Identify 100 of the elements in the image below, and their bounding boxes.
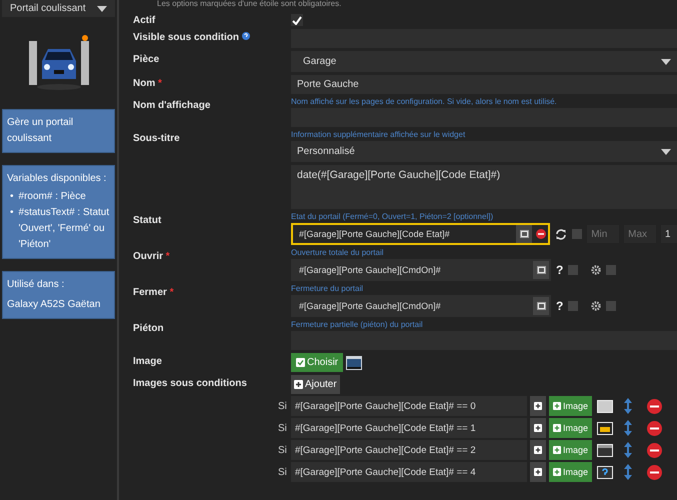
- caret-icon: [661, 58, 671, 64]
- plus-icon: [534, 402, 542, 410]
- choose-button[interactable]: Choisir: [291, 353, 344, 372]
- plus-icon: [553, 424, 561, 432]
- list-icon: [536, 302, 546, 310]
- panel-title: Utilisé dans :: [7, 278, 66, 292]
- gate-thumbnail-icon: [597, 422, 614, 434]
- field-label: Ouvrir: [133, 251, 164, 262]
- remove-icon[interactable]: [647, 464, 662, 480]
- list-icon: [536, 266, 546, 274]
- required-mark: *: [166, 251, 170, 262]
- checkbox[interactable]: [291, 14, 303, 26]
- type-select[interactable]: Portail coulissant: [2, 0, 115, 17]
- plus-icon: [534, 424, 542, 432]
- gate-thumbnail-icon: [597, 400, 614, 412]
- image-button[interactable]: Image: [549, 440, 592, 460]
- gate-thumbnail-icon: [597, 466, 614, 478]
- remove-icon[interactable]: [647, 398, 662, 414]
- field-label: Statut: [133, 215, 162, 226]
- refresh-icon[interactable]: [555, 228, 568, 240]
- image-button[interactable]: Image: [549, 418, 592, 438]
- select-field[interactable]: Garage: [291, 51, 677, 72]
- description-text: Gère un portail coulissant: [7, 117, 74, 144]
- field-label: Image: [133, 356, 162, 367]
- checkbox[interactable]: [606, 265, 616, 275]
- plus-icon: [534, 468, 542, 476]
- help-icon[interactable]: [242, 32, 250, 40]
- condition-field[interactable]: #[Garage][Porte Gauche][Code Etat]# == 2: [291, 440, 527, 460]
- text-field[interactable]: Porte Gauche: [291, 75, 677, 94]
- field-label: Fermer: [133, 287, 167, 298]
- list-button[interactable]: [533, 261, 549, 279]
- list-icon: [520, 230, 529, 238]
- variable-item: #room# : Pièce: [18, 190, 86, 204]
- add-button[interactable]: [530, 418, 546, 438]
- field-hint: Etat du portail (Fermé=0, Ouvert=1, Piéton=2 [optionnel]): [291, 212, 494, 223]
- required-mark: *: [170, 287, 174, 298]
- command-field[interactable]: #[Garage][Porte Gauche][Code Etat]#: [291, 223, 550, 245]
- field-label: Sous-titre: [133, 133, 180, 144]
- plus-icon: [294, 380, 303, 389]
- field-label: Nom d'affichage: [133, 100, 210, 111]
- variable-item: #statusText# : Statut 'Ouvert', 'Fermé' ou 'Piéton': [18, 206, 110, 252]
- remove-icon[interactable]: [536, 229, 546, 239]
- gate-thumbnail-icon: [597, 444, 614, 456]
- move-arrows-icon[interactable]: [624, 420, 632, 436]
- panel-title: Variables disponibles :: [7, 172, 108, 186]
- gear-icon[interactable]: [591, 265, 602, 275]
- field-hint: Ouverture totale du portail: [291, 248, 384, 259]
- condition-field[interactable]: #[Garage][Porte Gauche][Code Etat]# == 4: [291, 462, 527, 482]
- checkbox[interactable]: [606, 301, 616, 311]
- plus-icon: [553, 468, 561, 476]
- field-label: Images sous conditions: [133, 378, 247, 389]
- field-label: Piéton: [133, 323, 164, 334]
- step-field[interactable]: 1: [661, 225, 677, 243]
- select-field[interactable]: Personnalisé: [291, 141, 677, 162]
- caret-icon: [97, 6, 107, 12]
- field-label: Nom: [133, 78, 156, 89]
- used-in-item: Galaxy A52S Gaëtan: [7, 298, 102, 312]
- add-button[interactable]: [530, 440, 546, 460]
- condition-field[interactable]: #[Garage][Porte Gauche][Code Etat]# == 1: [291, 418, 527, 438]
- condition-prefix: Si: [278, 466, 288, 478]
- checkbox[interactable]: [568, 301, 578, 311]
- add-button[interactable]: Ajouter: [291, 375, 340, 394]
- move-arrows-icon[interactable]: [624, 398, 632, 414]
- field-hint: Fermeture du portail: [291, 284, 364, 295]
- image-thumbnail-icon: [346, 356, 362, 370]
- image-button[interactable]: Image: [549, 396, 592, 416]
- remove-icon[interactable]: [647, 420, 662, 436]
- remove-icon[interactable]: [647, 442, 662, 458]
- confirm-mark: ?: [556, 299, 564, 313]
- caret-icon: [661, 148, 671, 154]
- condition-prefix: Si: [278, 422, 288, 434]
- gear-icon[interactable]: [591, 301, 602, 311]
- command-field[interactable]: #[Garage][Porte Gauche][CmdOn]#: [291, 295, 551, 317]
- notice-text: Les options marquées d'une étoile sont obligatoires.: [157, 0, 342, 10]
- add-button[interactable]: [530, 462, 546, 482]
- plus-icon: [553, 402, 561, 410]
- check-icon: [296, 358, 305, 367]
- field-hint: Nom affiché sur les pages de configuration. Si vide, alors le nom est utilisé.: [291, 97, 558, 108]
- field-label: Pièce: [133, 54, 160, 65]
- checkbox[interactable]: [572, 229, 582, 239]
- add-button[interactable]: [530, 396, 546, 416]
- move-arrows-icon[interactable]: [624, 442, 632, 458]
- condition-prefix: Si: [278, 400, 288, 412]
- condition-prefix: Si: [278, 444, 288, 456]
- plus-icon: [553, 446, 561, 454]
- checkbox[interactable]: [568, 265, 578, 275]
- text-area[interactable]: date(#[Garage][Porte Gauche][Code Etat]#): [291, 165, 677, 209]
- command-field[interactable]: #[Garage][Porte Gauche][CmdOn]#: [291, 259, 551, 281]
- required-mark: *: [158, 78, 162, 89]
- confirm-mark: ?: [556, 263, 564, 277]
- image-button[interactable]: Image: [549, 462, 592, 482]
- field-label: Visible sous condition: [133, 32, 239, 43]
- field-label: Actif: [133, 15, 156, 26]
- field-hint: Fermeture partielle (piéton) du portail: [291, 320, 424, 331]
- bullet-mark: •: [10, 190, 14, 204]
- list-button[interactable]: [516, 225, 532, 243]
- condition-field[interactable]: #[Garage][Porte Gauche][Code Etat]# == 0: [291, 396, 527, 416]
- list-button[interactable]: [533, 297, 549, 315]
- move-arrows-icon[interactable]: [624, 464, 632, 480]
- plus-icon: [534, 446, 542, 454]
